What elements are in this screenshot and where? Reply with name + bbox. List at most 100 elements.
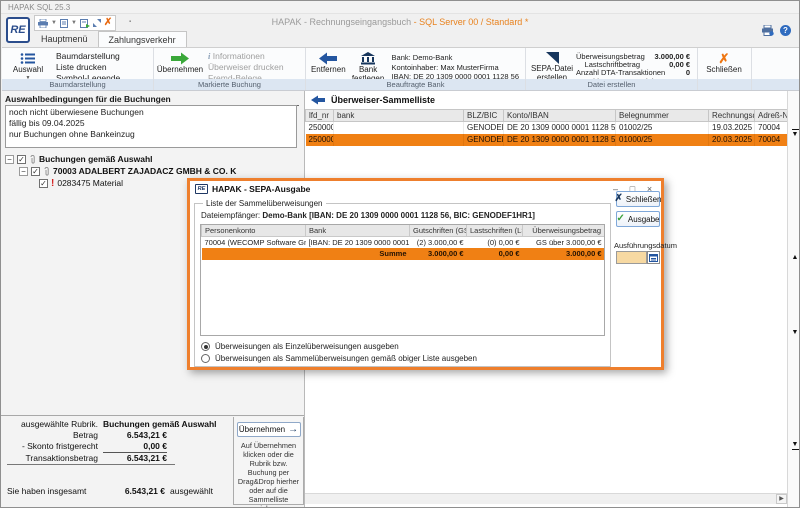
tree-checkbox[interactable]: ✓	[39, 179, 48, 188]
recipient-label: Dateiempfänger:	[201, 211, 260, 220]
menu-item-ueberweiser-drucken[interactable]: Überweiser drucken	[208, 63, 284, 72]
table-row-selected[interactable]: 2500003 GENODEF1H DE 20 1309 0000 0001 1…	[306, 134, 788, 146]
nav-first-icon[interactable]: ▼	[788, 129, 800, 138]
ribbon: Auswahl ▼ Baumdarstellung Liste drucken …	[2, 47, 800, 91]
total-value: 6.543,21 €	[103, 486, 165, 496]
app-title: HAPAK SQL 25.3	[8, 3, 70, 12]
summary-label: ausgewählte Rubrik.	[7, 419, 103, 430]
condition-line: nur Buchungen ohne Bankeinzug	[9, 129, 293, 140]
col-personenkonto[interactable]: Personenkonto	[202, 225, 306, 237]
auswahl-button[interactable]: Auswahl ▼	[4, 50, 52, 79]
exec-date-input[interactable]	[616, 251, 647, 264]
uebernehmen-hint: Auf Übernehmen klicken oder die Rubrik b…	[234, 441, 303, 508]
arrow-left-blue-icon[interactable]	[311, 95, 325, 105]
paperclip-icon	[29, 154, 36, 164]
col-rechnungsdatum[interactable]: Rechnungsdatum	[709, 110, 755, 122]
groupbox-legend: Liste der Sammelüberweisungen	[203, 199, 326, 208]
horizontal-scrollbar[interactable]: ▶	[305, 493, 787, 504]
bank-festlegen-button[interactable]: Bank festlegen	[349, 50, 388, 79]
sepa-dialog: RE HAPAK - SEPA-Ausgabe – □ × Liste der …	[187, 178, 664, 370]
menu-item-liste-drucken[interactable]: Liste drucken	[56, 63, 120, 72]
uebernehmen-box: Übernehmen → Auf Übernehmen klicken oder…	[233, 417, 304, 505]
tree-checkbox[interactable]: ✓	[17, 155, 26, 164]
tab-zahlungsverkehr[interactable]: Zahlungsverkehr	[98, 31, 187, 47]
col-konto-iban[interactable]: Konto/IBAN	[504, 110, 616, 122]
condition-line: noch nicht überwiesene Buchungen	[9, 107, 293, 118]
recipient-line: Dateiempfänger: Demo-Bank [IBAN: DE 20 1…	[201, 211, 535, 220]
tree-checkbox[interactable]: ✓	[31, 167, 40, 176]
group-baumdarstellung: Auswahl ▼ Baumdarstellung Liste drucken …	[2, 48, 154, 90]
window-title-suffix: - SQL Server 00 / Standard *	[411, 17, 528, 27]
condition-line: fällig bis 09.04.2025	[9, 118, 293, 129]
dialog-table-row[interactable]: 70004 (WECOMP Software GmbH) [IBAN: DE 2…	[202, 237, 605, 248]
col-belegnummer[interactable]: Belegnummer	[616, 110, 709, 122]
tree-expander-icon[interactable]: −	[5, 155, 14, 164]
dialog-titlebar[interactable]: RE HAPAK - SEPA-Ausgabe – □ ×	[190, 181, 661, 197]
col-bank[interactable]: bank	[334, 110, 464, 122]
group-label: Markierte Buchung	[154, 79, 305, 90]
markierte-buchung-items: i Informationen Überweiser drucken Fremd…	[204, 50, 288, 79]
summary-label: - Skonto fristgerecht	[7, 441, 103, 453]
tab-hauptmenu[interactable]: Hauptmenü	[31, 31, 98, 47]
summary-value: 6.543,21 €	[103, 430, 167, 441]
bank-info-line: Bank: Demo-Bank	[392, 53, 519, 63]
help-icon[interactable]: ?	[780, 25, 791, 36]
dialog-sum-row: Summe 3.000,00 € 0,00 € 3.000,00 €	[202, 248, 605, 260]
radio-sammelueberweisungen[interactable]: Überweisungen als Sammelüberweisungen ge…	[201, 354, 477, 363]
col-blz-bic[interactable]: BLZ/BIC	[464, 110, 504, 122]
sum-gs: 3.000,00 €	[410, 248, 467, 260]
group-label: Datei erstellen	[526, 79, 697, 90]
col-bank[interactable]: Bank	[306, 225, 410, 237]
menu-item-baumdarstellung[interactable]: Baumdarstellung	[56, 52, 120, 61]
output-mode-radios: Überweisungen als Einzelüberweisungen au…	[201, 342, 477, 363]
ribbon-tabs: Hauptmenü Zahlungsverkehr	[31, 31, 187, 47]
radio-unselected-icon	[201, 354, 210, 363]
info-icon: i	[208, 51, 210, 61]
tree-node-root[interactable]: − ✓ Buchungen gemäß Auswahl	[5, 153, 297, 165]
nav-down-icon[interactable]: ▼	[788, 329, 800, 336]
entfernen-button[interactable]: Entfernen	[308, 50, 349, 79]
summary-value: 6.543,21 €	[103, 453, 167, 464]
col-lastschriften[interactable]: Lastschriften (LS)	[467, 225, 523, 237]
print-settings-icon[interactable]	[761, 25, 774, 36]
col-gutschriften[interactable]: Gutschriften (GS)	[410, 225, 467, 237]
summary-label: Transaktionsbetrag	[7, 453, 103, 464]
sammelliste-header: Überweiser-Sammelliste	[311, 95, 435, 105]
col-adress-nr[interactable]: Adreß-Nr.	[755, 110, 788, 122]
nav-up-icon[interactable]: ▲	[788, 254, 800, 261]
dialog-logo: RE	[195, 184, 208, 194]
group-label	[698, 79, 751, 90]
calendar-icon	[649, 253, 658, 262]
summary-value: 0,00 €	[103, 441, 167, 453]
uebernehmen-button[interactable]: Übernehmen →	[237, 422, 301, 437]
tree-node-vendor[interactable]: − ✓ 70003 ADALBERT ZAJADACZ GMBH & CO. K	[5, 165, 297, 177]
group-datei-erstellen: SEPA-Datei erstellen Überweisungsbetrag3…	[526, 48, 698, 90]
close-x-icon: ✗	[615, 194, 623, 204]
titlebar-icons: ?	[761, 25, 791, 36]
scroll-right-icon[interactable]: ▶	[776, 494, 787, 504]
table-header-row: lfd_nr bank BLZ/BIC Konto/IBAN Belegnumm…	[306, 110, 788, 122]
sepa-datei-button[interactable]: SEPA-Datei erstellen	[528, 50, 576, 79]
radio-einzelueberweisungen[interactable]: Überweisungen als Einzelüberweisungen au…	[201, 342, 477, 351]
dialog-table: Personenkonto Bank Gutschriften (GS) Las…	[201, 225, 605, 260]
dialog-schliessen-button[interactable]: ✗ Schließen	[616, 191, 660, 207]
nav-last-icon[interactable]: ▼	[788, 441, 800, 450]
col-lfd-nr[interactable]: lfd_nr	[306, 110, 334, 122]
recipient-value: Demo-Bank [IBAN: DE 20 1309 0000 0001 11…	[262, 211, 535, 220]
uebernehmen-ribbon-button[interactable]: Übernehmen	[156, 50, 204, 79]
summary-rubrik-value: Buchungen gemäß Auswahl	[103, 419, 217, 430]
arrow-left-blue-icon	[319, 52, 337, 65]
app-logo[interactable]: RE	[6, 17, 30, 43]
col-ueberweisungsbetrag[interactable]: Überweisungsbetrag	[523, 225, 605, 237]
tree-expander-icon[interactable]: −	[19, 167, 28, 176]
close-x-icon: ✗	[719, 52, 730, 65]
table-row[interactable]: 2500005 GENODEF1H DE 20 1309 0000 0001 1…	[306, 122, 788, 134]
total-suffix: ausgewählt	[165, 486, 213, 496]
schliessen-ribbon-button[interactable]: ✗ Schließen	[700, 50, 748, 79]
tree-node-label: 70003 ADALBERT ZAJADACZ GMBH & CO. K	[53, 166, 236, 176]
calendar-button[interactable]	[647, 251, 660, 264]
dialog-ausgabe-button[interactable]: ✓ Ausgabe	[616, 211, 660, 227]
menu-item-informationen[interactable]: i Informationen	[208, 52, 284, 61]
window-title: HAPAK - Rechnungseingangsbuch - SQL Serv…	[1, 17, 799, 27]
sum-ls: 0,00 €	[467, 248, 523, 260]
